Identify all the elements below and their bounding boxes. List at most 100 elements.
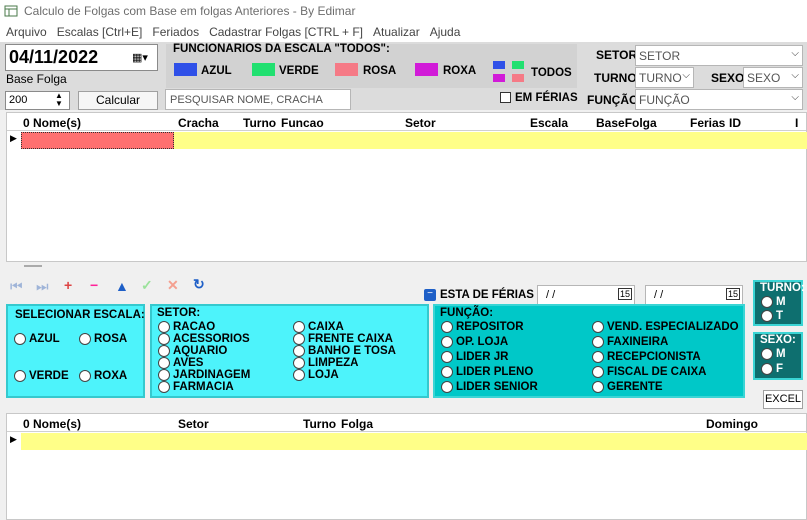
- menu-atualizar[interactable]: Atualizar: [373, 25, 420, 39]
- esta-ferias-label: ESTA DE FÉRIAS: [440, 289, 534, 301]
- date-value: 04/11/2022: [9, 47, 99, 67]
- table-row[interactable]: [21, 433, 807, 450]
- funcao-combo[interactable]: FUNÇÃO ⌵: [635, 89, 803, 110]
- cancel-icon[interactable]: ✕: [167, 277, 179, 294]
- calendar-icon[interactable]: 15: [618, 288, 633, 300]
- col-basefolga[interactable]: BaseFolga: [596, 116, 657, 130]
- delete-icon[interactable]: −: [90, 277, 98, 293]
- navigator: ⏮ ⏭ + − ▲ ✓ ✕ ↻: [6, 276, 218, 300]
- table-row[interactable]: [21, 132, 807, 149]
- col-ferias[interactable]: Ferias: [690, 116, 725, 130]
- funcao-gerente-radio[interactable]: GERENTE: [592, 381, 663, 393]
- funcao-lider-jr-radio[interactable]: LIDER JR: [441, 351, 508, 363]
- calendar-icon[interactable]: ▦▾: [132, 51, 148, 64]
- ferias-date-start[interactable]: / / 15: [537, 285, 635, 305]
- setor-frente-caixa-radio[interactable]: FRENTE CAIXA: [293, 333, 393, 345]
- azul-swatch: [174, 63, 197, 76]
- col-escala[interactable]: Escala: [530, 116, 568, 130]
- col-nome[interactable]: 0 Nome(s): [23, 116, 81, 130]
- setor-option-label: FRENTE CAIXA: [308, 333, 393, 346]
- escala-roxa-radio[interactable]: ROXA: [79, 370, 127, 382]
- col-domingo[interactable]: Domingo: [706, 417, 758, 431]
- base-folga-label: Base Folga: [6, 72, 67, 86]
- roxa-swatch: [415, 63, 438, 76]
- ferias-date-end[interactable]: / / 15: [645, 285, 743, 305]
- funcionarios-grid[interactable]: 0 Nome(s) Cracha Turno Funcao Setor Esca…: [6, 112, 807, 262]
- confirm-icon[interactable]: ✓: [141, 277, 153, 294]
- turno-option-label: M: [776, 296, 786, 309]
- col-id[interactable]: ID: [729, 116, 741, 130]
- escala-title: SELECIONAR ESCALA:: [15, 309, 145, 321]
- excel-button[interactable]: EXCEL: [763, 390, 803, 409]
- first-record-icon[interactable]: ⏮: [10, 278, 23, 295]
- col-setor[interactable]: Setor: [405, 116, 436, 130]
- funcao-title: FUNÇÃO:: [440, 307, 494, 319]
- setor-banho-tosa-radio[interactable]: BANHO E TOSA: [293, 345, 396, 357]
- calcular-folgas-button[interactable]: Calcular Folgas: [78, 91, 158, 124]
- turno-m-radio[interactable]: M: [761, 296, 786, 308]
- folgas-grid[interactable]: 0 Nome(s) Setor Turno Folga Domingo ▶: [6, 413, 807, 520]
- col-i[interactable]: I: [795, 116, 798, 130]
- setor-caixa-radio[interactable]: CAIXA: [293, 321, 344, 333]
- col-turno[interactable]: Turno: [303, 417, 336, 431]
- next-record-icon[interactable]: ⏭: [36, 278, 49, 295]
- search-input[interactable]: PESQUISAR NOME, CRACHA: [165, 89, 351, 110]
- menu-arquivo[interactable]: Arquivo: [6, 25, 47, 39]
- grid-header: 0 Nome(s) Setor Turno Folga Domingo: [7, 414, 806, 432]
- setor-jardinagem-radio[interactable]: JARDINAGEM: [158, 369, 250, 381]
- funcao-faxineira-radio[interactable]: FAXINEIRA: [592, 336, 668, 348]
- selected-cell[interactable]: [21, 132, 174, 149]
- up-icon[interactable]: ▲: [115, 278, 129, 294]
- esta-ferias-checkbox[interactable]: −: [424, 289, 436, 301]
- setor-racao-radio[interactable]: RACAO: [158, 321, 215, 333]
- col-folga[interactable]: Folga: [341, 417, 373, 431]
- funcao-repositor-radio[interactable]: REPOSITOR: [441, 321, 524, 333]
- funcao-vend-especializado-radio[interactable]: VEND. ESPECIALIZADO: [592, 321, 739, 333]
- menu-escalas[interactable]: Escalas [Ctrl+E]: [57, 25, 143, 39]
- setor-acessorios-radio[interactable]: ACESSORIOS: [158, 333, 250, 345]
- funcionarios-title: FUNCIONARIOS DA ESCALA "TODOS":: [173, 43, 390, 55]
- col-turno[interactable]: Turno: [243, 116, 276, 130]
- spinner-arrows-icon[interactable]: ▲ ▼: [55, 92, 63, 108]
- col-nome[interactable]: 0 Nome(s): [23, 417, 81, 431]
- chevron-down-icon: ⌵: [682, 70, 690, 81]
- window-title: Calculo de Folgas com Base em folgas Ant…: [24, 4, 356, 18]
- setor-aquario-radio[interactable]: AQUARIO: [158, 345, 227, 357]
- sexo-m-radio[interactable]: M: [761, 348, 786, 360]
- setor-option-label: AVES: [173, 357, 204, 370]
- funcao-fiscal-caixa-radio[interactable]: FISCAL DE CAIXA: [592, 366, 706, 378]
- funcao-recepcionista-radio[interactable]: RECEPCIONISTA: [592, 351, 701, 363]
- menu-cadastrar-folgas[interactable]: Cadastrar Folgas [CTRL + F]: [209, 25, 363, 39]
- folga-spinner[interactable]: 200 ▲ ▼: [5, 91, 70, 110]
- funcao-lider-pleno-radio[interactable]: LIDER PLENO: [441, 366, 533, 378]
- sexo-title: SEXO:: [760, 334, 796, 346]
- date-picker[interactable]: 04/11/2022 ▦▾: [5, 44, 158, 71]
- ferias-checkbox[interactable]: [500, 92, 511, 103]
- menu-ajuda[interactable]: Ajuda: [430, 25, 461, 39]
- setor-combo[interactable]: SETOR ⌵: [635, 45, 803, 66]
- turno-t-radio[interactable]: T: [761, 310, 783, 322]
- app-icon: [4, 5, 18, 17]
- search-placeholder: PESQUISAR NOME, CRACHA: [170, 94, 323, 106]
- refresh-icon[interactable]: ↻: [193, 276, 205, 293]
- col-setor[interactable]: Setor: [178, 417, 209, 431]
- sexo-combo[interactable]: SEXO ⌵: [743, 67, 803, 88]
- grid-scrollbar[interactable]: [6, 262, 807, 274]
- verde-swatch: [252, 63, 275, 76]
- setor-loja-radio[interactable]: LOJA: [293, 369, 339, 381]
- add-icon[interactable]: +: [64, 277, 72, 293]
- col-cracha[interactable]: Cracha: [178, 116, 219, 130]
- escala-azul-radio[interactable]: AZUL: [14, 333, 60, 345]
- escala-verde-radio[interactable]: VERDE: [14, 370, 69, 382]
- setor-farmacia-radio[interactable]: FARMACIA: [158, 381, 234, 393]
- setor-aves-radio[interactable]: AVES: [158, 357, 203, 369]
- funcao-lider-senior-radio[interactable]: LIDER SENIOR: [441, 381, 538, 393]
- setor-limpeza-radio[interactable]: LIMPEZA: [293, 357, 358, 369]
- sexo-f-radio[interactable]: F: [761, 363, 783, 375]
- turno-combo[interactable]: TURNO ⌵: [635, 67, 694, 88]
- escala-rosa-radio[interactable]: ROSA: [79, 333, 127, 345]
- menu-feriados[interactable]: Feriados: [152, 25, 199, 39]
- col-funcao[interactable]: Funcao: [281, 116, 324, 130]
- funcao-op-loja-radio[interactable]: OP. LOJA: [441, 336, 508, 348]
- calendar-icon[interactable]: 15: [726, 288, 741, 300]
